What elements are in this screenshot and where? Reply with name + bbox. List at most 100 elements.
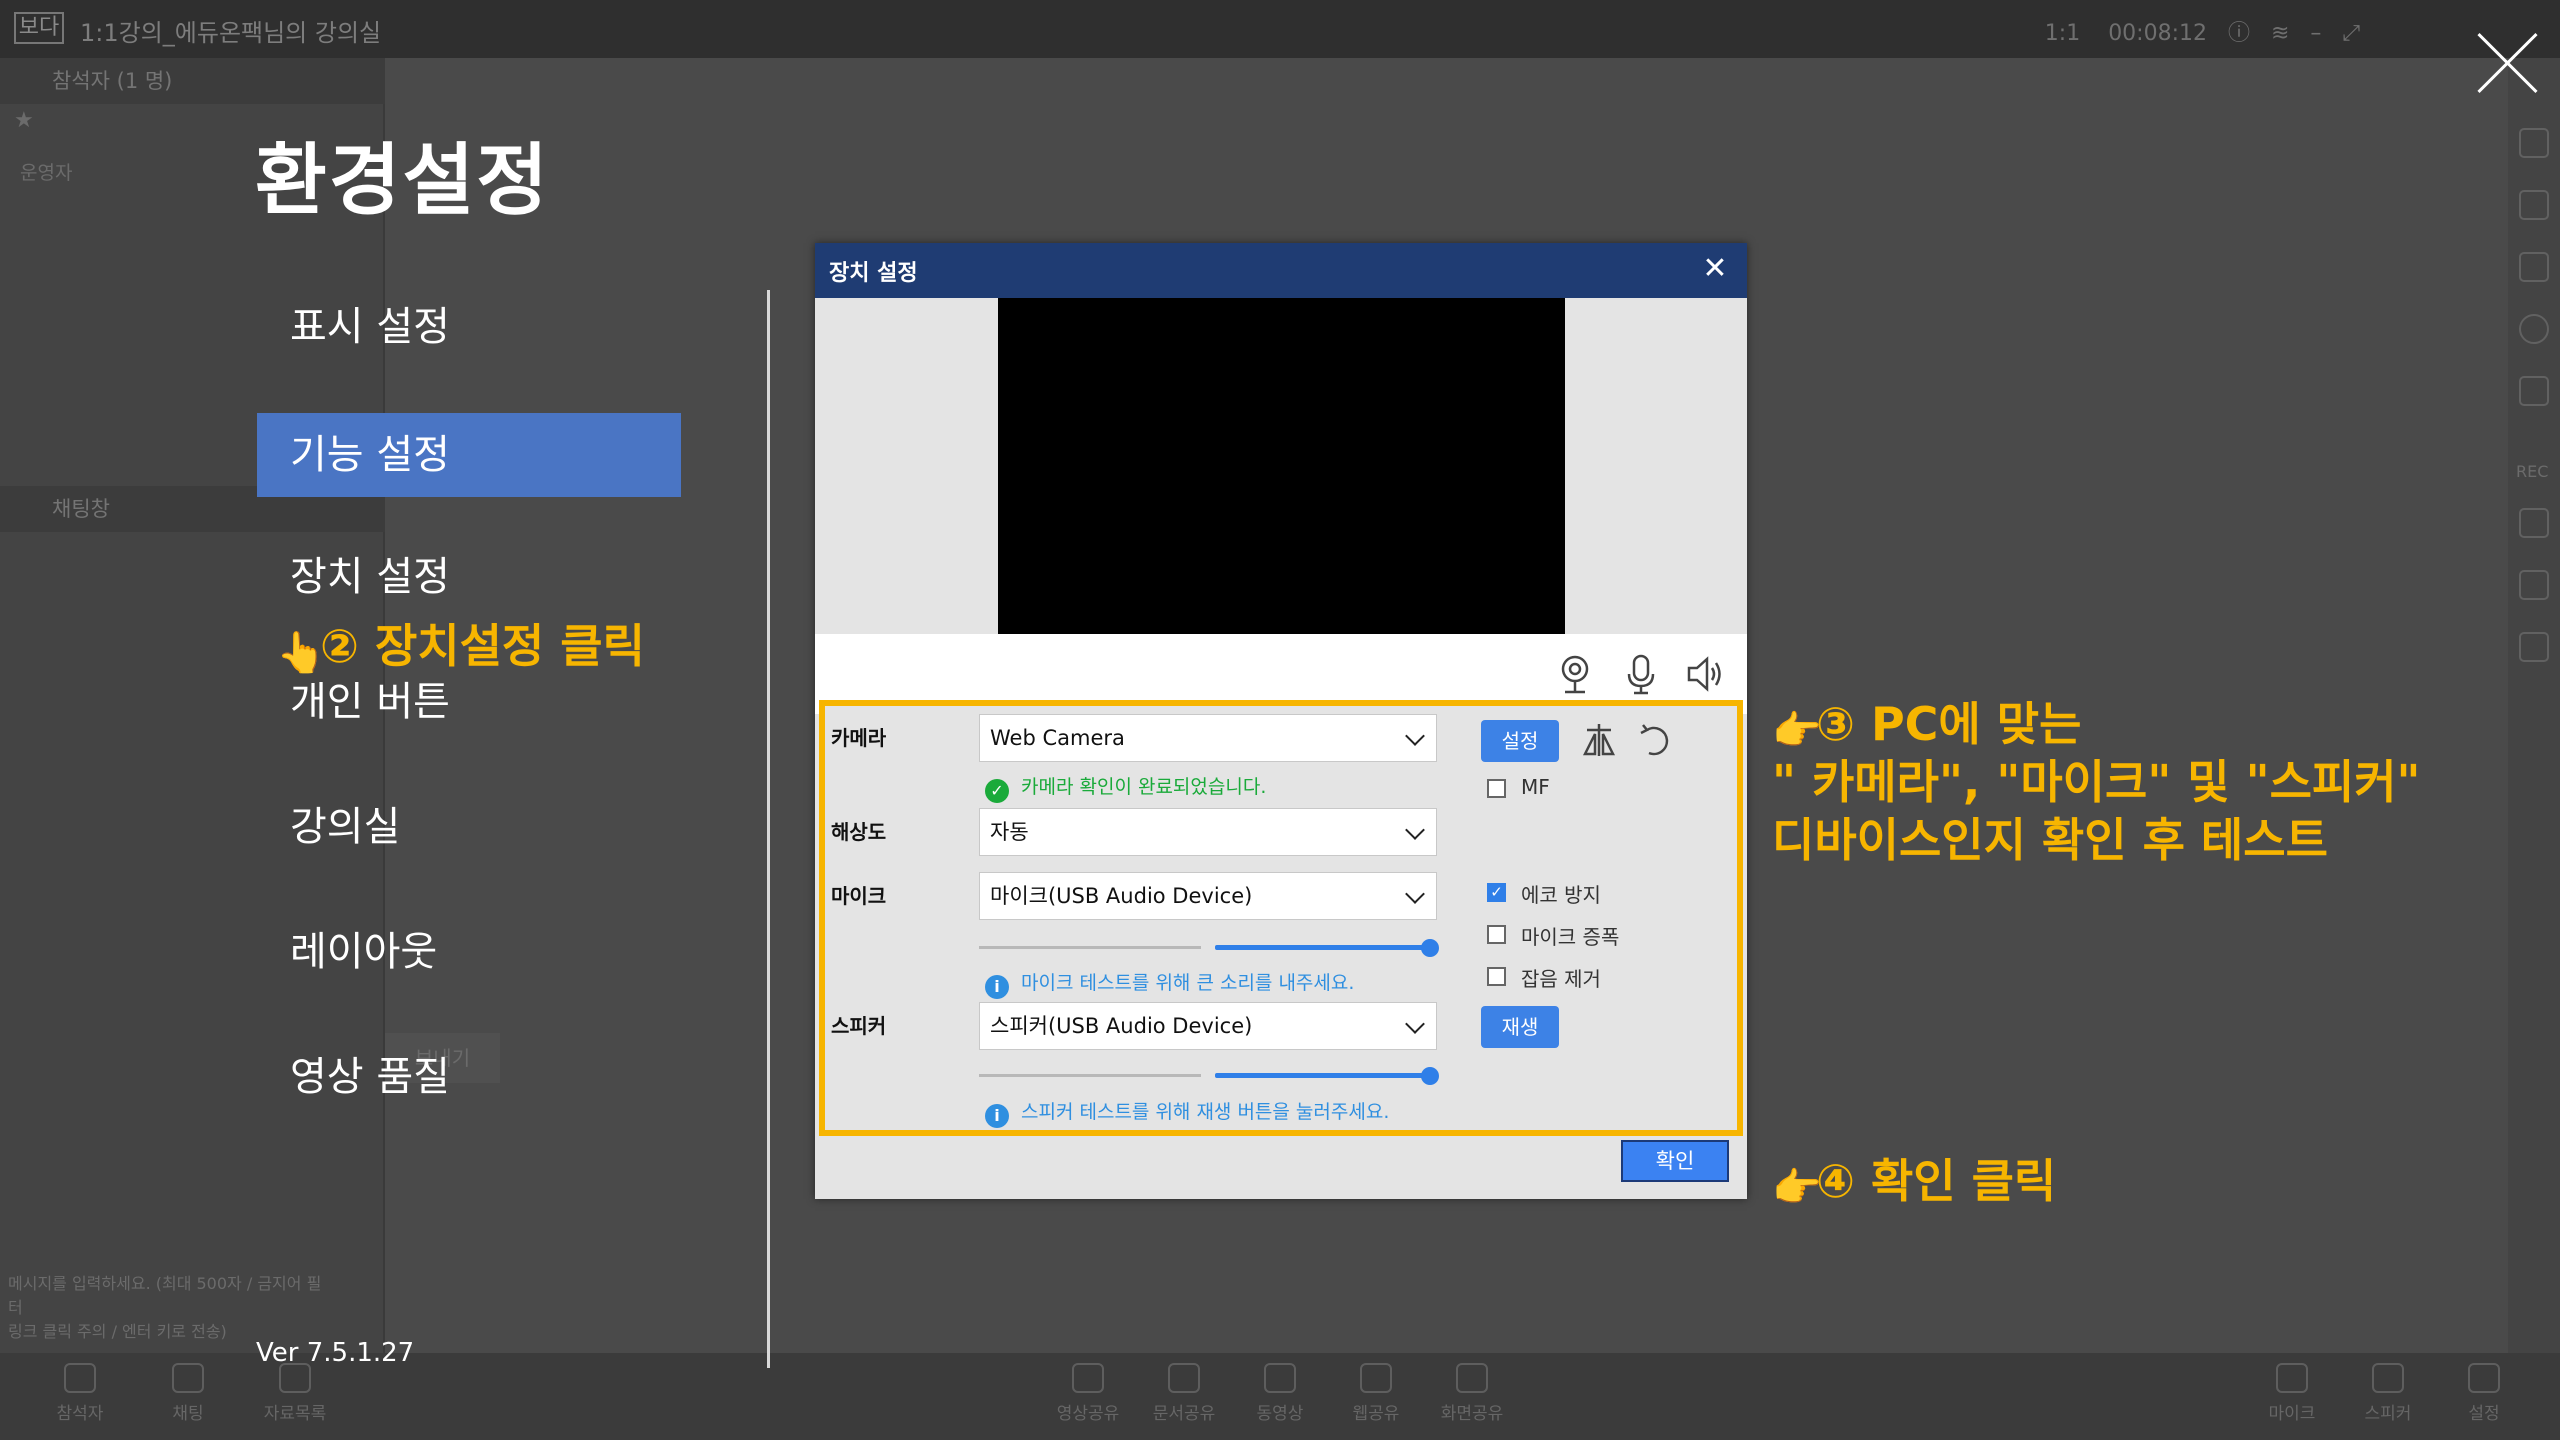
mirror-icon[interactable] (1579, 720, 1619, 760)
resolution-select[interactable]: 자동 (979, 808, 1437, 856)
mf-checkbox[interactable] (1487, 779, 1506, 798)
mf-label: MF (1521, 775, 1550, 799)
user-card-icon[interactable] (2519, 632, 2549, 662)
noise-reduction-label: 잡음 제거 (1521, 967, 1601, 991)
chat-icon (172, 1363, 204, 1393)
menu-video-quality[interactable]: 영상 품질 (257, 1035, 681, 1119)
echo-cancel-checkbox[interactable]: ✓ (1487, 883, 1506, 902)
chevron-down-icon (1405, 820, 1425, 840)
menu-classroom[interactable]: 강의실 (257, 785, 681, 869)
rec-label[interactable]: REC (2516, 462, 2548, 481)
confirm-button[interactable]: 확인 (1621, 1140, 1729, 1182)
check-circle-icon: ✓ (985, 779, 1009, 803)
participants-header: 참석자 (1 명) (0, 58, 385, 104)
movie-icon (1264, 1363, 1296, 1393)
chevron-down-icon (1405, 884, 1425, 904)
movie-button[interactable]: 동영상 (1235, 1363, 1325, 1424)
group-icon[interactable] (2519, 570, 2549, 600)
speaker-volume-slider[interactable] (1215, 1073, 1430, 1078)
link-icon[interactable] (2519, 376, 2549, 406)
pointing-hand-icon: 👉 (1772, 708, 1822, 754)
session-timer: 00:08:12 (2108, 21, 2207, 46)
device-settings-highlight: 카메라 Web Camera ✓ 카메라 확인이 완료되었습니다. 설정 MF 해… (819, 700, 1743, 1136)
mic-hint: i 마이크 테스트를 위해 큰 소리를 내주세요. (985, 968, 1354, 999)
help-icon[interactable]: ⓘ (2228, 21, 2250, 46)
room-title: 1:1강의_에듀온팩님의 강의실 (80, 19, 382, 47)
speaker-button[interactable]: 스피커 (2343, 1363, 2433, 1424)
mic-boost-checkbox[interactable] (1487, 925, 1506, 944)
star-icon: ★ (14, 108, 34, 133)
menu-divider (767, 290, 770, 1368)
web-share-button[interactable]: 웹공유 (1331, 1363, 1421, 1424)
version-label: Ver 7.5.1.27 (256, 1338, 415, 1368)
mode-label: 1:1 (2044, 21, 2081, 46)
fullscreen-icon[interactable]: ⤢ (2342, 21, 2360, 46)
noise-reduction-checkbox[interactable] (1487, 967, 1506, 986)
speaker-select[interactable]: 스피커(USB Audio Device) (979, 1002, 1437, 1050)
menu-layout[interactable]: 레이아웃 (257, 910, 681, 994)
annotation-step4: 👉④ 확인 클릭 (1772, 1154, 2057, 1211)
app-title-bar: 보다 1:1강의_에듀온팩님의 강의실 1:1 00:08:12 ⓘ ≋ – ⤢ (0, 0, 2560, 58)
minimize-icon[interactable]: – (2310, 21, 2321, 46)
screen-share-button[interactable]: 화면공유 (1427, 1363, 1517, 1424)
mic-label: 마이크 (831, 884, 887, 908)
mic-boost-label: 마이크 증폭 (1521, 925, 1620, 949)
dialog-title: 장치 설정 (829, 261, 918, 286)
annotation-step3: 👉③ PC에 맞는 " 카메라", "마이크" 및 "스피커" 디바이스인지 확… (1772, 697, 2421, 867)
chevron-down-icon (1405, 1014, 1425, 1034)
mic-icon (2276, 1363, 2308, 1393)
info-icon: i (985, 975, 1009, 999)
webcam-icon[interactable] (1555, 652, 1595, 696)
pointing-hand-icon: 👆 (276, 630, 326, 676)
participant-role: 운영자 (20, 162, 73, 184)
echo-cancel-label: 에코 방지 (1521, 883, 1601, 907)
wifi-icon: ≋ (2270, 21, 2290, 46)
dialog-close-icon[interactable]: ✕ (1697, 251, 1733, 287)
chat-input[interactable]: 메시지를 입력하세요. (최대 500자 / 금지어 필터 링크 클릭 주의 /… (8, 1270, 328, 1342)
mic-button[interactable]: 마이크 (2247, 1363, 2337, 1424)
camera-preview (998, 298, 1565, 634)
video-share-button[interactable]: 영상공유 (1043, 1363, 1133, 1424)
chat-button[interactable]: 채팅 (143, 1363, 233, 1424)
grid-icon[interactable] (2519, 128, 2549, 158)
smile-icon (1072, 1363, 1104, 1393)
notes-icon[interactable] (2519, 190, 2549, 220)
speaker-play-button[interactable]: 재생 (1481, 1006, 1559, 1048)
settings-button[interactable]: 설정 (2439, 1363, 2529, 1424)
camera-select[interactable]: Web Camera (979, 714, 1437, 762)
settings-close-icon[interactable] (2472, 28, 2542, 98)
mic-volume-knob[interactable] (1421, 939, 1439, 957)
info-icon: i (985, 1104, 1009, 1128)
speaker-volume-knob[interactable] (1421, 1067, 1439, 1085)
page-title: 환경설정 (255, 136, 551, 226)
camera-label: 카메라 (831, 726, 887, 750)
doc-share-button[interactable]: 문서공유 (1139, 1363, 1229, 1424)
speaker-hint: i 스피커 테스트를 위해 재생 버튼을 눌러주세요. (985, 1097, 1389, 1128)
microphone-icon[interactable] (1621, 652, 1661, 696)
mic-level-meter (979, 946, 1201, 949)
camera-status: ✓ 카메라 확인이 완료되었습니다. (985, 772, 1266, 803)
menu-function-settings[interactable]: 기능 설정 (257, 413, 681, 497)
annotation-step2: 👆② 장치설정 클릭 (276, 619, 645, 676)
resolution-label: 해상도 (831, 820, 887, 844)
speaker-test-icon[interactable] (1685, 652, 1725, 696)
participants-icon (64, 1363, 96, 1393)
pointing-hand-icon: 👉 (1772, 1165, 1822, 1211)
session-info: 1:1 00:08:12 ⓘ ≋ – ⤢ (2045, 15, 2360, 47)
rotate-icon[interactable] (1635, 720, 1675, 760)
capture-icon[interactable] (2519, 252, 2549, 282)
device-settings-dialog: 장치 설정 ✕ 카메라 Web Camera ✓ 카메라 확인이 완료되었습니다.… (815, 243, 1747, 1199)
mic-select[interactable]: 마이크(USB Audio Device) (979, 872, 1437, 920)
menu-device-settings[interactable]: 장치 설정 (257, 535, 681, 619)
app-logo: 보다 (14, 12, 64, 44)
menu-display-settings[interactable]: 표시 설정 (257, 285, 681, 369)
participants-button[interactable]: 참석자 (35, 1363, 125, 1424)
document-icon (1168, 1363, 1200, 1393)
file-list-button[interactable]: 자료목록 (250, 1363, 340, 1424)
screen-icon (1456, 1363, 1488, 1393)
dialog-header: 장치 설정 ✕ (815, 243, 1747, 298)
download-icon[interactable] (2519, 508, 2549, 538)
mic-volume-slider[interactable] (1215, 945, 1430, 950)
headset-icon[interactable] (2519, 314, 2549, 344)
camera-setup-button[interactable]: 설정 (1481, 720, 1559, 762)
